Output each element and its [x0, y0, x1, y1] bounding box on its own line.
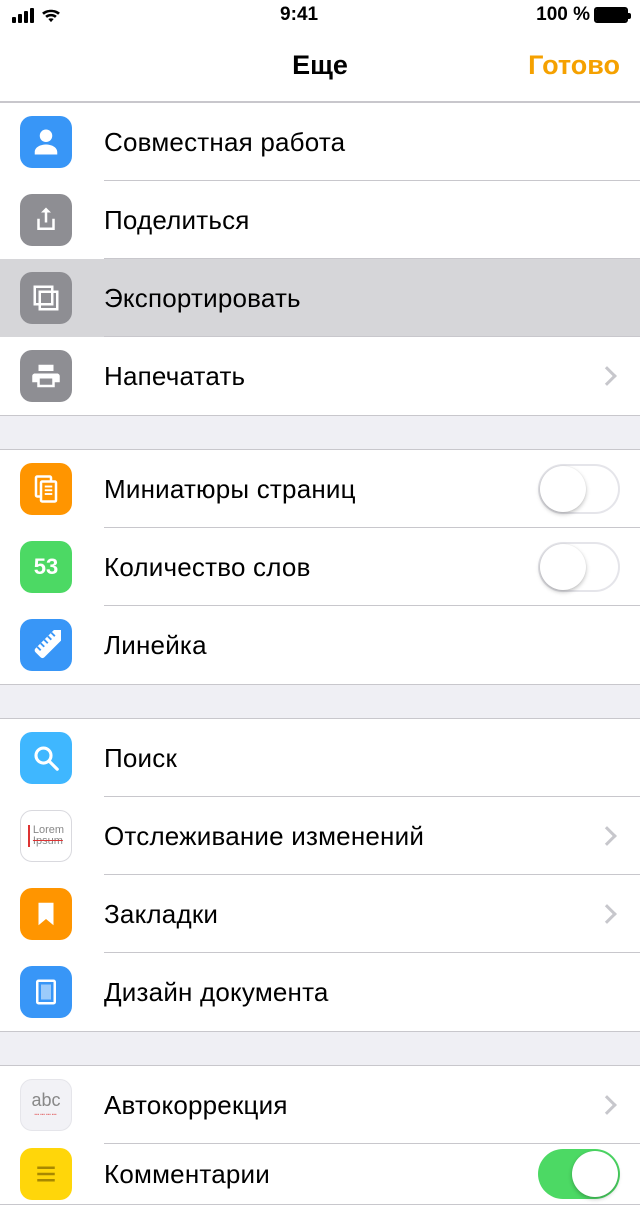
- group-view: Миниатюры страниц 53 Количество слов Лин…: [0, 449, 640, 685]
- toggle-comments[interactable]: [538, 1149, 620, 1199]
- content: Совместная работа Поделиться Экспортиров…: [0, 102, 640, 1205]
- row-label: Напечатать: [104, 361, 600, 392]
- search-icon: [20, 732, 72, 784]
- row-label: Дизайн документа: [104, 977, 620, 1008]
- track-changes-icon: Lorem Ipsum: [20, 810, 72, 862]
- row-ruler[interactable]: Линейка: [0, 606, 640, 684]
- pages-icon: [20, 463, 72, 515]
- row-label: Отслеживание изменений: [104, 821, 600, 852]
- row-label: Закладки: [104, 899, 600, 930]
- printer-icon: [20, 350, 72, 402]
- cellular-signal-icon: [12, 8, 34, 23]
- group-share: Совместная работа Поделиться Экспортиров…: [0, 102, 640, 416]
- row-search[interactable]: Поиск: [0, 719, 640, 797]
- person-icon: [20, 116, 72, 168]
- row-document-design[interactable]: Дизайн документа: [0, 953, 640, 1031]
- row-print[interactable]: Напечатать: [0, 337, 640, 415]
- battery-icon: [594, 7, 628, 23]
- row-label: Миниатюры страниц: [104, 474, 538, 505]
- row-track-changes[interactable]: Lorem Ipsum Отслеживание изменений: [0, 797, 640, 875]
- row-wordcount[interactable]: 53 Количество слов: [0, 528, 640, 606]
- row-label: Совместная работа: [104, 127, 620, 158]
- chevron-right-icon: [597, 366, 617, 386]
- row-autocorrect[interactable]: abc ┄┄┄┄ Автокоррекция: [0, 1066, 640, 1144]
- row-collaborate[interactable]: Совместная работа: [0, 103, 640, 181]
- wordcount-value: 53: [34, 554, 58, 580]
- chevron-right-icon: [597, 1095, 617, 1115]
- status-bar: 9:41 100 %: [0, 0, 640, 30]
- row-label: Экспортировать: [104, 283, 620, 314]
- done-button[interactable]: Готово: [528, 50, 620, 81]
- document-design-icon: [20, 966, 72, 1018]
- row-comments[interactable]: Комментарии: [0, 1144, 640, 1204]
- row-export[interactable]: Экспортировать: [0, 259, 640, 337]
- bookmark-icon: [20, 888, 72, 940]
- row-thumbnails[interactable]: Миниатюры страниц: [0, 450, 640, 528]
- row-label: Поиск: [104, 743, 620, 774]
- battery-percent: 100 %: [536, 4, 590, 26]
- chevron-right-icon: [597, 904, 617, 924]
- export-icon: [20, 272, 72, 324]
- toggle-thumbnails[interactable]: [538, 464, 620, 514]
- row-label: Автокоррекция: [104, 1090, 600, 1121]
- status-left: [12, 7, 62, 23]
- wifi-icon: [40, 7, 62, 23]
- chevron-right-icon: [597, 826, 617, 846]
- row-label: Количество слов: [104, 552, 538, 583]
- row-label: Поделиться: [104, 205, 620, 236]
- group-settings: abc ┄┄┄┄ Автокоррекция Комментарии: [0, 1065, 640, 1205]
- autocorrect-icon: abc ┄┄┄┄: [20, 1079, 72, 1131]
- status-right: 100 %: [536, 4, 628, 26]
- row-label: Линейка: [104, 630, 620, 661]
- row-label: Комментарии: [104, 1159, 538, 1190]
- row-share[interactable]: Поделиться: [0, 181, 640, 259]
- row-bookmarks[interactable]: Закладки: [0, 875, 640, 953]
- toggle-wordcount[interactable]: [538, 542, 620, 592]
- comments-icon: [20, 1148, 72, 1200]
- share-icon: [20, 194, 72, 246]
- group-tools: Поиск Lorem Ipsum Отслеживание изменений…: [0, 718, 640, 1032]
- status-time: 9:41: [280, 4, 318, 26]
- nav-title: Еще: [292, 50, 348, 81]
- ruler-icon: [20, 619, 72, 671]
- wordcount-icon: 53: [20, 541, 72, 593]
- nav-bar: Еще Готово: [0, 30, 640, 102]
